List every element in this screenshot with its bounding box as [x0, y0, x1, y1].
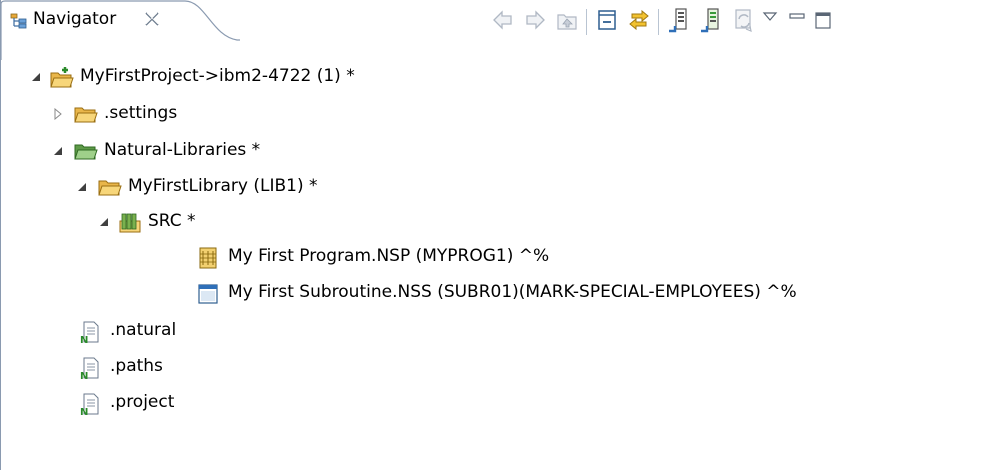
tree-item-label: My First Program.NSP (MYPROG1) ^% — [228, 246, 550, 266]
toolbar-separator — [658, 9, 659, 35]
tree-item-label: My First Subroutine.NSS (SUBR01)(MARK-SP… — [228, 282, 797, 302]
natural-file-icon: N — [80, 357, 99, 380]
tree-item-label: .settings — [104, 103, 178, 123]
source-group-icon — [119, 213, 141, 233]
natural-file-icon: N — [80, 321, 99, 344]
collapse-all-icon[interactable] — [594, 5, 620, 35]
maximize-icon[interactable] — [812, 5, 834, 35]
expanded-arrow-icon[interactable] — [52, 145, 64, 157]
upload-icon[interactable] — [666, 5, 692, 35]
tree-item-label: SRC * — [148, 211, 196, 231]
navigator-view: Navigator MyFirstProject->ibm2-4722 (1) … — [0, 0, 982, 470]
view-menu-icon[interactable] — [760, 5, 780, 35]
view-tab-bar: Navigator — [0, 0, 982, 60]
natural-file-icon: N — [80, 393, 99, 416]
collapsed-arrow-icon[interactable] — [52, 108, 64, 120]
expanded-arrow-icon[interactable] — [76, 181, 88, 193]
tree-item-label: MyFirstLibrary (LIB1) * — [128, 176, 318, 196]
tab-label: Navigator — [33, 9, 117, 29]
svg-text:N: N — [80, 371, 88, 380]
project-folder-icon — [50, 67, 74, 88]
folder-open-icon — [74, 144, 98, 160]
folder-open-icon — [98, 180, 122, 196]
minimize-icon[interactable] — [786, 5, 808, 35]
close-icon[interactable] — [143, 10, 161, 28]
expanded-arrow-icon[interactable] — [98, 216, 110, 228]
back-icon[interactable] — [490, 5, 516, 35]
download-icon[interactable] — [698, 5, 724, 35]
forward-icon[interactable] — [522, 5, 548, 35]
svg-text:N: N — [80, 335, 88, 344]
toolbar-separator — [586, 9, 587, 35]
navigator-view-icon — [10, 12, 28, 30]
tree-item-label: .paths — [110, 356, 163, 376]
program-icon — [199, 247, 217, 269]
up-icon[interactable] — [554, 5, 580, 35]
tree-item-label: .project — [110, 392, 175, 412]
tree-item-label: .natural — [110, 320, 177, 340]
tree-item-label: Natural-Libraries * — [104, 140, 261, 160]
link-with-editor-icon[interactable] — [626, 5, 652, 35]
folder-icon — [74, 107, 98, 123]
svg-text:N: N — [80, 407, 88, 416]
view-border — [0, 0, 1, 470]
refresh-icon[interactable] — [730, 5, 756, 35]
subroutine-icon — [198, 284, 218, 304]
tree-item-label: MyFirstProject->ibm2-4722 (1) * — [80, 66, 355, 86]
expanded-arrow-icon[interactable] — [30, 71, 42, 83]
